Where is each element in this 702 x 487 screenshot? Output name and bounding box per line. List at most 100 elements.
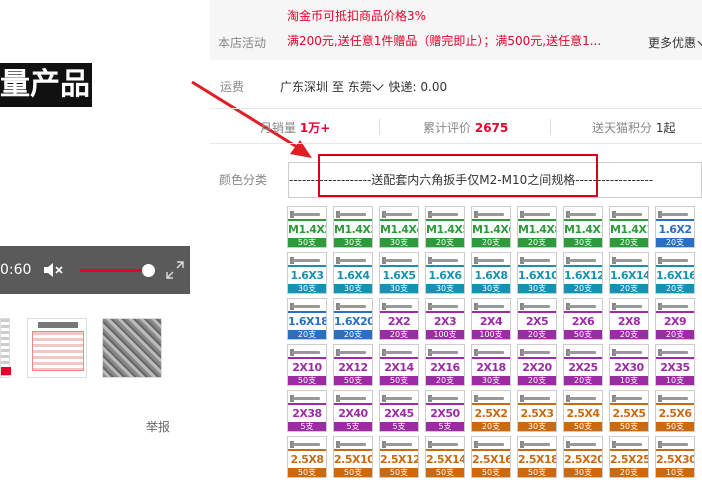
sku-option[interactable]: 2.5X6 50支 — [655, 390, 695, 432]
sku-quantity: 20支 — [380, 330, 418, 339]
sku-option[interactable]: 2.5X4 50支 — [563, 390, 603, 432]
sku-size: 2.5X30 — [656, 453, 695, 466]
screw-image — [656, 299, 694, 313]
sku-quantity: 20支 — [564, 376, 602, 385]
sku-option[interactable]: 1.6X8 30支 — [471, 252, 511, 294]
sku-option[interactable]: 2X3 100支 — [425, 298, 465, 340]
sku-option[interactable]: 2X12 50支 — [333, 344, 373, 386]
sku-quantity: 10支 — [610, 376, 648, 385]
sku-option[interactable]: 2.5X25 20支 — [609, 436, 649, 478]
sku-size: 2X3 — [433, 315, 457, 328]
screw-image — [380, 437, 418, 451]
sku-option[interactable]: M1.4X8 20支 — [517, 206, 557, 248]
screw-image — [426, 345, 464, 359]
sku-option[interactable]: 2X4 100支 — [471, 298, 511, 340]
sku-option[interactable]: 2.5X12 50支 — [379, 436, 419, 478]
sku-option[interactable]: 2X50 5支 — [425, 390, 465, 432]
sku-size: M1.4X10 — [564, 223, 602, 236]
sku-option[interactable]: 1.6X10 30支 — [517, 252, 557, 294]
sku-option[interactable]: 2X20 20支 — [517, 344, 557, 386]
sku-quantity: 20支 — [518, 330, 556, 339]
sku-size: 2.5X5 — [612, 407, 646, 420]
sku-size: 2X50 — [430, 407, 460, 420]
screw-image — [656, 437, 694, 451]
sku-size: 1.6X8 — [474, 269, 508, 282]
sku-option[interactable]: M1.4X12 20支 — [609, 206, 649, 248]
screw-image — [656, 345, 694, 359]
sku-option[interactable]: 2.5X20 30支 — [563, 436, 603, 478]
gallery-thumbnail[interactable] — [0, 318, 11, 378]
mute-icon[interactable] — [44, 263, 64, 277]
gallery-thumbnail[interactable] — [102, 318, 162, 378]
sku-quantity: 50支 — [288, 376, 326, 385]
gallery-thumbnail[interactable] — [27, 318, 87, 378]
sku-option[interactable]: 1.6X18 20支 — [287, 298, 327, 340]
tmall-points: 送天猫积分 1起 — [592, 121, 676, 135]
sku-option[interactable]: 2.5X30 10支 — [655, 436, 695, 478]
sku-option[interactable]: 2X10 50支 — [287, 344, 327, 386]
sku-option[interactable]: 2.5X8 50支 — [287, 436, 327, 478]
sku-option[interactable]: 2X30 10支 — [609, 344, 649, 386]
sku-option[interactable]: M1.4X6 20支 — [471, 206, 511, 248]
sku-option[interactable]: 1.6X20 20支 — [333, 298, 373, 340]
ship-destination-select[interactable]: 东莞 — [348, 79, 385, 94]
sku-option[interactable]: 1.6X5 30支 — [379, 252, 419, 294]
sku-option[interactable]: 2X38 5支 — [287, 390, 327, 432]
sku-option[interactable]: 2X8 20支 — [609, 298, 649, 340]
sku-option[interactable]: M1.4X10 30支 — [563, 206, 603, 248]
sku-quantity: 50支 — [380, 468, 418, 477]
fullscreen-icon[interactable] — [166, 261, 184, 279]
sku-option[interactable]: 2.5X10 50支 — [333, 436, 373, 478]
sku-option[interactable]: M1.4X2 50支 — [287, 206, 327, 248]
sku-option[interactable]: 2X9 20支 — [655, 298, 695, 340]
sku-option[interactable]: 2X6 50支 — [563, 298, 603, 340]
sku-option[interactable]: 2.5X3 30支 — [517, 390, 557, 432]
report-link[interactable]: 举报 — [146, 418, 170, 435]
video-controls: 0:60 — [0, 246, 190, 294]
sku-option[interactable]: 1.6X3 30支 — [287, 252, 327, 294]
sku-option[interactable]: 2X25 20支 — [563, 344, 603, 386]
sku-option[interactable]: 1.6X6 30支 — [425, 252, 465, 294]
screw-image — [610, 253, 648, 267]
screw-image — [564, 391, 602, 405]
sku-option[interactable]: 2X35 10支 — [655, 344, 695, 386]
video-progress-track[interactable] — [80, 264, 156, 277]
sku-quantity: 20支 — [518, 238, 556, 247]
sku-option[interactable]: 1.6X2 20支 — [655, 206, 695, 248]
sku-option[interactable]: 2X40 5支 — [333, 390, 373, 432]
sku-quantity: 100支 — [472, 330, 510, 339]
screw-image — [518, 437, 556, 451]
sku-option[interactable]: 1.6X14 20支 — [609, 252, 649, 294]
sku-option[interactable]: M1.4X5 20支 — [425, 206, 465, 248]
sku-option[interactable]: 2X45 5支 — [379, 390, 419, 432]
sku-option[interactable]: 2X5 20支 — [517, 298, 557, 340]
sku-option[interactable]: 2.5X2 20支 — [471, 390, 511, 432]
sku-quantity: 50支 — [656, 422, 694, 431]
sku-option[interactable]: M1.4X4 30支 — [379, 206, 419, 248]
sku-option[interactable]: 1.6X16 20支 — [655, 252, 695, 294]
more-promos-link[interactable]: 更多优惠 — [648, 34, 702, 51]
sku-option[interactable]: 2X18 30支 — [471, 344, 511, 386]
sku-size: 2.5X8 — [290, 453, 324, 466]
sku-option[interactable]: 1.6X12 20支 — [563, 252, 603, 294]
sku-quantity: 50支 — [564, 330, 602, 339]
sku-size: 1.6X12 — [564, 269, 603, 282]
sku-size: 2X45 — [384, 407, 414, 420]
sku-option[interactable]: 2.5X16 50支 — [471, 436, 511, 478]
sku-quantity: 50支 — [472, 468, 510, 477]
screw-image — [380, 253, 418, 267]
screw-image — [518, 391, 556, 405]
sku-option[interactable]: 2X2 20支 — [379, 298, 419, 340]
sku-option[interactable]: 2.5X14 50支 — [425, 436, 465, 478]
sku-option[interactable]: 1.6X4 30支 — [333, 252, 373, 294]
sku-quantity: 20支 — [656, 238, 694, 247]
sku-option[interactable]: 2X16 20支 — [425, 344, 465, 386]
video-progress-handle[interactable] — [142, 264, 156, 277]
total-reviews[interactable]: 累计评价 2675 — [423, 119, 508, 136]
sku-option[interactable]: 2X14 50支 — [379, 344, 419, 386]
sku-option[interactable]: 2.5X5 50支 — [609, 390, 649, 432]
sku-option[interactable]: M1.4X3 30支 — [333, 206, 373, 248]
sku-size: 1.6X14 — [610, 269, 649, 282]
sku-quantity: 30支 — [334, 238, 372, 247]
sku-option[interactable]: 2.5X18 50支 — [517, 436, 557, 478]
